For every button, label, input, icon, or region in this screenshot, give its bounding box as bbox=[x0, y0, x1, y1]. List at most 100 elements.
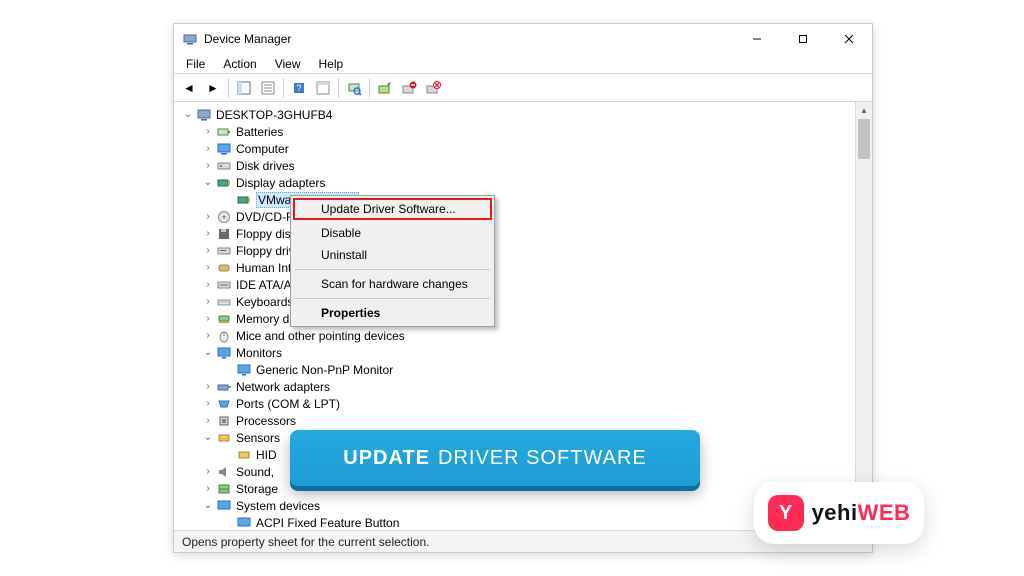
tree-item-label: System devices bbox=[236, 499, 320, 513]
vertical-scrollbar[interactable]: ▴ ▾ bbox=[855, 102, 872, 530]
tree-item-ide-ata[interactable]: › IDE ATA/ATA bbox=[176, 276, 870, 293]
menu-help[interactable]: Help bbox=[311, 55, 352, 73]
toolbar-back-button[interactable]: ◄ bbox=[178, 77, 200, 99]
chevron-right-icon[interactable]: › bbox=[202, 330, 214, 342]
sensor-icon bbox=[216, 430, 232, 446]
chevron-right-icon[interactable]: › bbox=[202, 466, 214, 478]
display-adapter-icon bbox=[216, 175, 232, 191]
tree-item-batteries[interactable]: › Batteries bbox=[176, 123, 870, 140]
uninstall-icon bbox=[425, 80, 441, 96]
toolbar-scan-button[interactable] bbox=[343, 77, 365, 99]
arrow-left-icon: ◄ bbox=[183, 81, 195, 95]
tree-item-keyboards[interactable]: › Keyboards bbox=[176, 293, 870, 310]
statusbar-text: Opens property sheet for the current sel… bbox=[182, 535, 429, 549]
toolbar-forward-button[interactable]: ► bbox=[202, 77, 224, 99]
toolbar-show-hide-button[interactable] bbox=[233, 77, 255, 99]
chevron-right-icon[interactable]: › bbox=[202, 483, 214, 495]
toolbar-prop-sheet-button[interactable] bbox=[312, 77, 334, 99]
minimize-button[interactable] bbox=[734, 25, 780, 53]
tree-item-label: Generic Non-PnP Monitor bbox=[256, 363, 393, 377]
chevron-right-icon[interactable]: › bbox=[202, 296, 214, 308]
chevron-right-icon[interactable]: › bbox=[202, 245, 214, 257]
toolbar-separator bbox=[369, 78, 370, 98]
context-menu-disable[interactable]: Disable bbox=[293, 222, 492, 244]
toolbar-properties-button[interactable] bbox=[257, 77, 279, 99]
toolbar-disable-button[interactable] bbox=[398, 77, 420, 99]
context-menu-update-driver[interactable]: Update Driver Software... bbox=[293, 198, 492, 220]
chevron-down-icon[interactable]: ⌄ bbox=[202, 177, 214, 189]
tree-item-floppy-drive[interactable]: › Floppy drive bbox=[176, 242, 870, 259]
tree-item-monitors[interactable]: ⌄ Monitors bbox=[176, 344, 870, 361]
cdrom-icon bbox=[216, 209, 232, 225]
scroll-track[interactable] bbox=[856, 119, 872, 513]
chevron-right-icon[interactable]: › bbox=[202, 279, 214, 291]
context-menu-scan[interactable]: Scan for hardware changes bbox=[293, 273, 492, 295]
scan-icon bbox=[346, 80, 362, 96]
ports-icon bbox=[216, 396, 232, 412]
tree-item-dvd-cdrom[interactable]: › DVD/CD-RO bbox=[176, 208, 870, 225]
chevron-down-icon[interactable]: ⌄ bbox=[182, 109, 194, 121]
menu-view[interactable]: View bbox=[267, 55, 309, 73]
sound-icon bbox=[216, 464, 232, 480]
menu-action[interactable]: Action bbox=[215, 55, 264, 73]
tree-item-network[interactable]: › Network adapters bbox=[176, 378, 870, 395]
tree-item-ports[interactable]: › Ports (COM & LPT) bbox=[176, 395, 870, 412]
tree-item-label: Monitors bbox=[236, 346, 282, 360]
scroll-thumb[interactable] bbox=[858, 119, 870, 159]
chevron-right-icon[interactable]: › bbox=[202, 262, 214, 274]
ide-icon bbox=[216, 277, 232, 293]
help-icon: ? bbox=[291, 80, 307, 96]
context-menu-properties[interactable]: Properties bbox=[293, 302, 492, 324]
annotation-banner: UPDATE DRIVER SOFTWARE bbox=[290, 430, 700, 486]
tree-item-generic-monitor[interactable]: › Generic Non-PnP Monitor bbox=[176, 361, 870, 378]
storage-icon bbox=[216, 481, 232, 497]
cpu-icon bbox=[216, 413, 232, 429]
chevron-right-icon[interactable]: › bbox=[202, 126, 214, 138]
close-button[interactable] bbox=[826, 25, 872, 53]
tree-item-label: Display adapters bbox=[236, 176, 325, 190]
toolbar-separator bbox=[283, 78, 284, 98]
tree-item-vmware-svga[interactable]: › VMware SVGA 3D bbox=[176, 191, 870, 208]
svg-text:?: ? bbox=[296, 83, 301, 93]
tree-item-processors[interactable]: › Processors bbox=[176, 412, 870, 429]
menu-file[interactable]: File bbox=[178, 55, 213, 73]
floppy-icon bbox=[216, 226, 232, 242]
chevron-right-icon[interactable]: › bbox=[202, 211, 214, 223]
tree-item-label: Storage bbox=[236, 482, 278, 496]
scroll-up-button[interactable]: ▴ bbox=[856, 102, 872, 119]
system-device-icon bbox=[236, 515, 252, 531]
toolbar-uninstall-button[interactable] bbox=[422, 77, 444, 99]
tree-item-label: Sensors bbox=[236, 431, 280, 445]
toolbar-update-driver-button[interactable] bbox=[374, 77, 396, 99]
titlebar: Device Manager bbox=[174, 24, 872, 54]
tree-root[interactable]: ⌄ DESKTOP-3GHUFB4 bbox=[176, 106, 870, 123]
tree-item-display-adapters[interactable]: ⌄ Display adapters bbox=[176, 174, 870, 191]
chevron-down-icon[interactable]: ⌄ bbox=[202, 500, 214, 512]
chevron-down-icon[interactable]: ⌄ bbox=[202, 432, 214, 444]
chevron-right-icon[interactable]: › bbox=[202, 143, 214, 155]
device-manager-icon bbox=[182, 31, 198, 47]
memory-icon bbox=[216, 311, 232, 327]
tree-item-label: Ports (COM & LPT) bbox=[236, 397, 340, 411]
update-driver-icon bbox=[377, 80, 393, 96]
tree-item-computer[interactable]: › Computer bbox=[176, 140, 870, 157]
maximize-button[interactable] bbox=[780, 25, 826, 53]
chevron-right-icon[interactable]: › bbox=[202, 313, 214, 325]
toolbar-help-button[interactable]: ? bbox=[288, 77, 310, 99]
context-menu-uninstall[interactable]: Uninstall bbox=[293, 244, 492, 266]
tree-item-floppy-disk[interactable]: › Floppy disk d bbox=[176, 225, 870, 242]
tree-item-hid[interactable]: › Human Inter bbox=[176, 259, 870, 276]
chevron-right-icon[interactable]: › bbox=[202, 228, 214, 240]
chevron-right-icon[interactable]: › bbox=[202, 381, 214, 393]
chevron-right-icon[interactable]: › bbox=[202, 415, 214, 427]
tree-item-label: Keyboards bbox=[236, 295, 293, 309]
tree-item-label: Network adapters bbox=[236, 380, 330, 394]
chevron-right-icon[interactable]: › bbox=[202, 398, 214, 410]
chevron-down-icon[interactable]: ⌄ bbox=[202, 347, 214, 359]
tree-item-memory[interactable]: › Memory dev bbox=[176, 310, 870, 327]
logo-text: yehi WEB bbox=[812, 500, 911, 526]
context-menu: Update Driver Software... Disable Uninst… bbox=[290, 195, 495, 327]
tree-item-mice[interactable]: › Mice and other pointing devices bbox=[176, 327, 870, 344]
chevron-right-icon[interactable]: › bbox=[202, 160, 214, 172]
tree-item-disk-drives[interactable]: › Disk drives bbox=[176, 157, 870, 174]
